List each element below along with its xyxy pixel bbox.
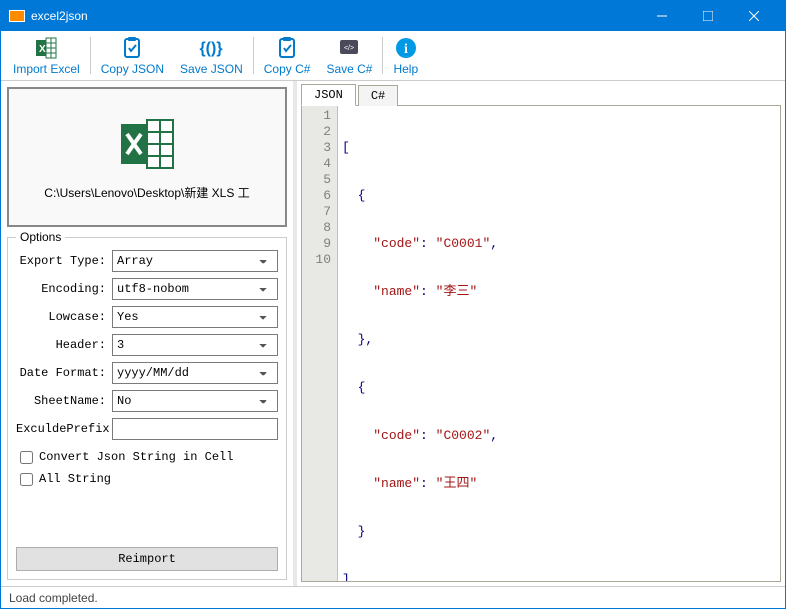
info-icon: i	[394, 36, 418, 60]
left-panel: C:\Users\Lenovo\Desktop\新建 XLS 工 Options…	[1, 81, 293, 586]
import-excel-label: Import Excel	[13, 62, 80, 76]
file-preview: C:\Users\Lenovo\Desktop\新建 XLS 工	[7, 87, 287, 227]
tab-cs[interactable]: C#	[358, 85, 398, 106]
save-json-label: Save JSON	[180, 62, 243, 76]
copy-json-label: Copy JSON	[101, 62, 164, 76]
copy-cs-button[interactable]: Copy C#	[256, 33, 319, 78]
excel-icon: X	[34, 36, 58, 60]
copy-cs-label: Copy C#	[264, 62, 311, 76]
date-format-label: Date Format:	[16, 366, 112, 380]
window-title: excel2json	[31, 9, 639, 23]
tab-json[interactable]: JSON	[301, 84, 356, 106]
help-label: Help	[393, 62, 418, 76]
minimize-button[interactable]	[639, 1, 685, 31]
lowcase-label: Lowcase:	[16, 310, 112, 324]
sheet-name-label: SheetName:	[16, 394, 112, 408]
convert-json-checkbox-row[interactable]: Convert Json String in Cell	[20, 450, 278, 464]
tabs: JSON C#	[297, 81, 785, 105]
options-group: Options Export Type: Array Encoding: utf…	[7, 237, 287, 580]
code-editor[interactable]: 1 2 3 4 5 6 7 8 9 10 [ { "code": "C0001"…	[301, 105, 781, 582]
app-icon	[9, 10, 25, 22]
status-text: Load completed.	[9, 591, 98, 605]
convert-json-label: Convert Json String in Cell	[39, 450, 233, 464]
encoding-select[interactable]: utf8-nobom	[112, 278, 278, 300]
toolbar: X Import Excel Copy JSON {()} Save JSON …	[1, 31, 785, 81]
line-gutter: 1 2 3 4 5 6 7 8 9 10	[302, 106, 338, 581]
header-select[interactable]: 3	[112, 334, 278, 356]
lowcase-select[interactable]: Yes	[112, 306, 278, 328]
maximize-button[interactable]	[685, 1, 731, 31]
titlebar: excel2json	[1, 1, 785, 31]
copy-json-button[interactable]: Copy JSON	[93, 33, 172, 78]
export-type-select[interactable]: Array	[112, 250, 278, 272]
separator	[90, 37, 91, 74]
exclude-prefix-input[interactable]	[112, 418, 278, 440]
header-label: Header:	[16, 338, 112, 352]
svg-text:X: X	[39, 44, 46, 55]
status-bar: Load completed.	[1, 586, 785, 608]
export-type-label: Export Type:	[16, 254, 112, 268]
separator	[253, 37, 254, 74]
svg-text:</>: </>	[344, 45, 354, 52]
json-braces-icon: {()}	[199, 36, 223, 60]
options-legend: Options	[16, 230, 65, 244]
encoding-label: Encoding:	[16, 282, 112, 296]
reimport-button[interactable]: Reimport	[16, 547, 278, 571]
clipboard-icon	[275, 36, 299, 60]
save-cs-button[interactable]: </> Save C#	[318, 33, 380, 78]
clipboard-icon	[120, 36, 144, 60]
close-button[interactable]	[731, 1, 777, 31]
svg-text:i: i	[404, 42, 408, 57]
separator	[382, 37, 383, 74]
sheet-name-select[interactable]: No	[112, 390, 278, 412]
right-panel: JSON C# 1 2 3 4 5 6 7 8 9 10 [ { "code":…	[297, 81, 785, 586]
save-json-button[interactable]: {()} Save JSON	[172, 33, 251, 78]
save-cs-label: Save C#	[326, 62, 372, 76]
code-file-icon: </>	[337, 36, 361, 60]
excel-large-icon	[117, 114, 177, 174]
import-excel-button[interactable]: X Import Excel	[5, 33, 88, 78]
exclude-prefix-label: ExculdePrefix:	[16, 422, 112, 436]
all-string-checkbox[interactable]	[20, 473, 33, 486]
help-button[interactable]: i Help	[385, 33, 426, 78]
all-string-label: All String	[39, 472, 111, 486]
date-format-select[interactable]: yyyy/MM/dd	[112, 362, 278, 384]
convert-json-checkbox[interactable]	[20, 451, 33, 464]
code-area[interactable]: [ { "code": "C0001", "name": "李三" }, { "…	[338, 106, 780, 581]
svg-text:{()}: {()}	[200, 40, 223, 57]
filepath-label: C:\Users\Lenovo\Desktop\新建 XLS 工	[40, 184, 253, 201]
all-string-checkbox-row[interactable]: All String	[20, 472, 278, 486]
